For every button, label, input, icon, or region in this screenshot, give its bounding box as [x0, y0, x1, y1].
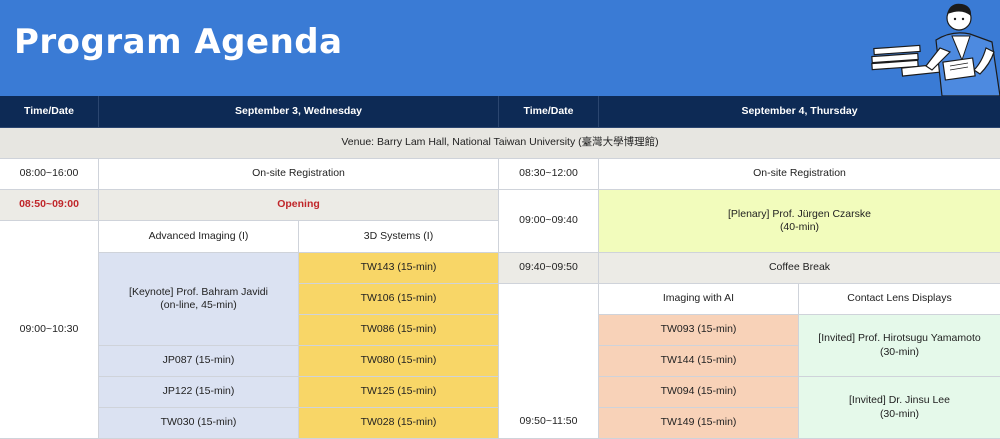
- header-date-day1: September 3, Wednesday: [99, 96, 499, 128]
- day2-track-a-talk: TW144 (15-min): [599, 346, 799, 377]
- day1-track-b-title: 3D Systems (I): [299, 221, 499, 253]
- day1-track-a-talk: JP122 (15-min): [99, 377, 299, 408]
- header-time-right: Time/Date: [499, 96, 599, 128]
- day1-registration: On-site Registration: [99, 159, 499, 190]
- day1-track-a-talk: JP087 (15-min): [99, 346, 299, 377]
- day1-keynote: [Keynote] Prof. Bahram Javidi (on-line, …: [99, 253, 299, 346]
- day1-track-b-talk: TW028 (15-min): [299, 408, 499, 439]
- day1-registration-time: 08:00~16:00: [0, 159, 99, 190]
- day2-invited-talk: [Invited] Prof. Hirotsugu Yamamoto (30-m…: [799, 315, 1000, 377]
- day1-opening: Opening: [99, 190, 499, 221]
- day1-track-b-talk: TW080 (15-min): [299, 346, 499, 377]
- day1-track-b-talk: TW106 (15-min): [299, 284, 499, 315]
- day2-track-a-title: Imaging with AI: [599, 284, 799, 315]
- day1-session-time: 09:00~10:30: [0, 221, 99, 439]
- day2-break-time: 09:40~09:50: [499, 253, 599, 284]
- header-time-left: Time/Date: [0, 96, 99, 128]
- venue-row: Venue: Barry Lam Hall, National Taiwan U…: [0, 128, 1000, 159]
- day2-track-a-talk: TW149 (15-min): [599, 408, 799, 439]
- header-date-day2: September 4, Thursday: [599, 96, 1000, 128]
- day2-plenary: [Plenary] Prof. Jürgen Czarske (40-min): [599, 190, 1000, 253]
- day1-opening-time: 08:50~09:00: [0, 190, 99, 221]
- day2-registration: On-site Registration: [599, 159, 1000, 190]
- day1-track-a-talk: TW030 (15-min): [99, 408, 299, 439]
- day2-track-a-talk: TW093 (15-min): [599, 315, 799, 346]
- day2-track-b-title: Contact Lens Displays: [799, 284, 1000, 315]
- day2-track-a-talk: TW094 (15-min): [599, 377, 799, 408]
- day1-track-b-talk: TW086 (15-min): [299, 315, 499, 346]
- day2-session-time: 09:50~11:50: [499, 284, 599, 439]
- day2-registration-time: 08:30~12:00: [499, 159, 599, 190]
- banner: Program Agenda: [0, 0, 1000, 96]
- person-writing-illustration: [871, 3, 1000, 96]
- day2-plenary-time: 09:00~09:40: [499, 190, 599, 253]
- day2-invited-talk: [Invited] Dr. Jinsu Lee (30-min): [799, 377, 1000, 439]
- day2-coffee-break: Coffee Break: [599, 253, 1000, 284]
- page-title: Program Agenda: [14, 22, 343, 62]
- day1-track-b-talk: TW125 (15-min): [299, 377, 499, 408]
- day1-track-b-talk: TW143 (15-min): [299, 253, 499, 284]
- day1-track-a-title: Advanced Imaging (I): [99, 221, 299, 253]
